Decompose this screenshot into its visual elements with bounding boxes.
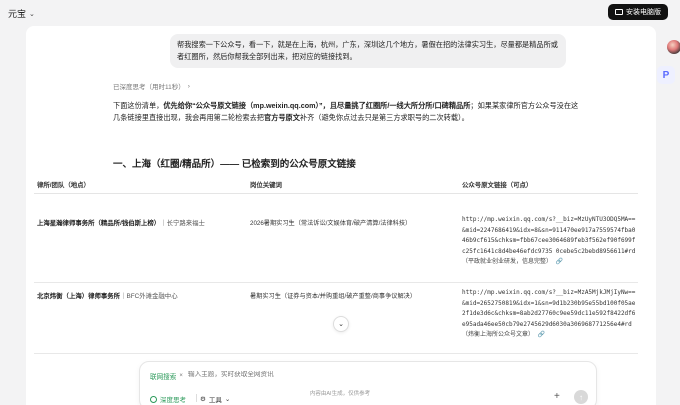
link-icon[interactable]: 🔗 xyxy=(556,258,563,265)
column-header-firm: 律所/团队（地点） xyxy=(37,182,90,189)
article-link[interactable]: http://mp.weixin.qq.com/s?__biz=MzA5MjkJ… xyxy=(462,289,635,328)
chat-panel: 帮我搜索一下公众号，看一下，就是在上海，杭州，广东，深圳这几个地方，暑假在招的法… xyxy=(26,26,656,405)
link-cell: http://mp.weixin.qq.com/s?__biz=MzA5MjkJ… xyxy=(462,288,638,341)
role-cell: 暑期实习生（证券与资本/并购重组/破产重整/商事争议解决） xyxy=(250,293,417,300)
chevron-down-icon: ⌄ xyxy=(338,321,344,328)
answer-text-3: 补齐（避免你点过去只是第三方求职号的二次转载）。 xyxy=(299,113,469,122)
firm-location: ｜长宁路来福士 xyxy=(160,220,205,227)
column-header-role: 岗位关键词 xyxy=(250,182,282,189)
chevron-right-icon: › xyxy=(187,82,190,90)
firm-name: 上海星瀚律师事务所（精品所/钱伯斯上榜） xyxy=(37,220,161,227)
firm-cell: 北京炜衡（上海）律师事务所｜BFC外滩金融中心 xyxy=(37,291,178,300)
column-header-link: 公众号原文链接（可点） xyxy=(462,182,533,189)
firm-location: ｜BFC外滩金融中心 xyxy=(120,293,178,300)
app-title: 元宝 xyxy=(8,9,27,19)
app-switcher[interactable]: 元宝 ⌄ xyxy=(8,7,35,20)
user-message: 帮我搜索一下公众号，看一下，就是在上海，杭州，广东，深圳这几个地方，暑假在招的法… xyxy=(170,34,566,68)
close-icon[interactable]: × xyxy=(179,373,183,379)
firm-name: 北京炜衡（上海）律师事务所 xyxy=(37,293,121,300)
firm-cell: 上海星瀚律师事务所（精品所/钱伯斯上榜）｜长宁路来福士 xyxy=(37,218,205,227)
section-title: 一、上海（红圈/精品所）—— 已检索到的公众号原文链接 xyxy=(113,159,356,170)
link-note: （炜衡上海所公众号文章） xyxy=(462,332,535,338)
message-input[interactable] xyxy=(188,371,488,378)
answer-bold-2: 官方号原文 xyxy=(263,113,300,122)
link-note: （平政就业创业研发，信息完整） xyxy=(462,259,553,265)
monitor-icon xyxy=(615,9,623,15)
link-cell: http://mp.weixin.qq.com/s?__biz=MzUyNTU3… xyxy=(462,215,638,268)
thought-status-text: 已深度思考（用时11秒） xyxy=(113,84,185,91)
table-header: 律所/团队（地点） 岗位关键词 公众号原文链接（可点） xyxy=(34,177,638,194)
answer-paragraph: 下面这份清单，优先给你“公众号原文链接（mp.weixin.qq.com）”，且… xyxy=(113,100,583,124)
answer-bold-1: 优先给你“公众号原文链接（mp.weixin.qq.com）”，且尽量挑了红圈所… xyxy=(163,101,471,110)
message-composer: 联网搜索 × 深度思考 ⚙ 工具 ⌄ + ↑ xyxy=(139,361,597,405)
web-search-label: 联网搜索 xyxy=(150,374,177,381)
link-icon[interactable]: 🔗 xyxy=(538,331,545,338)
top-bar: 元宝 ⌄ 安装电脑版 xyxy=(0,0,680,26)
scroll-to-bottom-button[interactable]: ⌄ xyxy=(333,316,349,332)
install-label: 安装电脑版 xyxy=(626,9,661,16)
footer-disclaimer: 内容由AI生成，仅供参考 xyxy=(309,391,371,397)
article-link[interactable]: http://mp.weixin.qq.com/s?__biz=MzUyNTU3… xyxy=(462,216,635,255)
plugin-p-icon[interactable]: P xyxy=(657,66,675,84)
role-cell: 2026暑期实习生（常法诉讼/文娱体育/破产清算/法律科技） xyxy=(250,220,412,227)
answer-text-1: 下面这份清单， xyxy=(113,101,164,110)
chevron-down-icon: ⌄ xyxy=(29,10,35,18)
thought-status[interactable]: 已深度思考（用时11秒） › xyxy=(113,81,190,92)
avatar[interactable] xyxy=(667,40,680,54)
install-desktop-button[interactable]: 安装电脑版 xyxy=(608,4,668,20)
table-row: 上海星瀚律师事务所（精品所/钱伯斯上榜）｜长宁路来福士 2026暑期实习生（常法… xyxy=(34,194,638,283)
web-search-tag[interactable]: 联网搜索 × xyxy=(150,371,183,381)
